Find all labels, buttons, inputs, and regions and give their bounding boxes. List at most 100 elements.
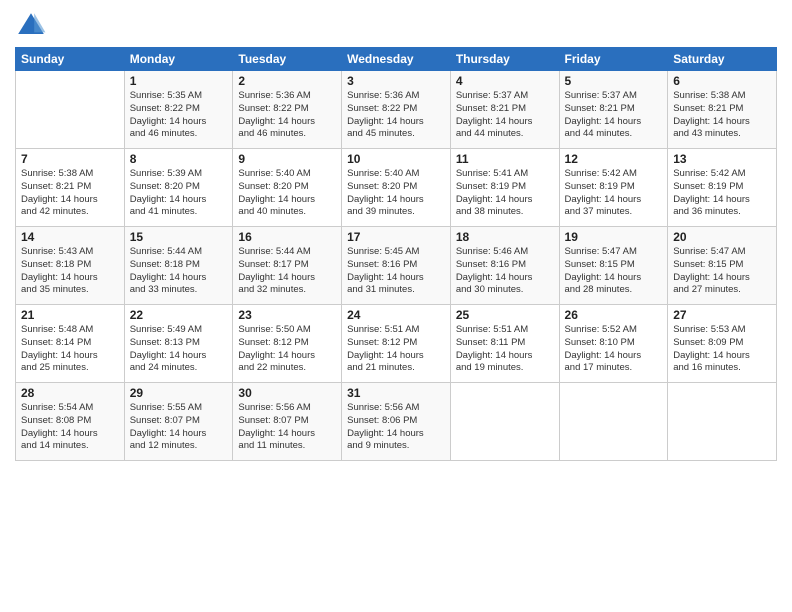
calendar-cell: [16, 71, 125, 149]
calendar-cell: 15 Sunrise: 5:44 AM Sunset: 8:18 PM Dayli…: [124, 227, 233, 305]
day-info: Sunrise: 5:41 AM Sunset: 8:19 PM Dayligh…: [456, 168, 554, 219]
calendar-cell: [559, 383, 668, 461]
day-info: Sunrise: 5:44 AM Sunset: 8:17 PM Dayligh…: [238, 246, 336, 297]
calendar-cell: 8 Sunrise: 5:39 AM Sunset: 8:20 PM Daylig…: [124, 149, 233, 227]
calendar-cell: 12 Sunrise: 5:42 AM Sunset: 8:19 PM Dayli…: [559, 149, 668, 227]
day-info: Sunrise: 5:40 AM Sunset: 8:20 PM Dayligh…: [347, 168, 445, 219]
calendar-cell: 31 Sunrise: 5:56 AM Sunset: 8:06 PM Dayli…: [342, 383, 451, 461]
day-info: Sunrise: 5:47 AM Sunset: 8:15 PM Dayligh…: [673, 246, 771, 297]
day-info: Sunrise: 5:51 AM Sunset: 8:12 PM Dayligh…: [347, 324, 445, 375]
day-info: Sunrise: 5:50 AM Sunset: 8:12 PM Dayligh…: [238, 324, 336, 375]
day-info: Sunrise: 5:36 AM Sunset: 8:22 PM Dayligh…: [347, 90, 445, 141]
day-info: Sunrise: 5:38 AM Sunset: 8:21 PM Dayligh…: [21, 168, 119, 219]
day-number: 8: [130, 152, 228, 166]
calendar-cell: 28 Sunrise: 5:54 AM Sunset: 8:08 PM Dayli…: [16, 383, 125, 461]
calendar-cell: [450, 383, 559, 461]
day-number: 24: [347, 308, 445, 322]
weekday-header-friday: Friday: [559, 48, 668, 71]
day-info: Sunrise: 5:56 AM Sunset: 8:07 PM Dayligh…: [238, 402, 336, 453]
day-number: 1: [130, 74, 228, 88]
calendar-week-5: 28 Sunrise: 5:54 AM Sunset: 8:08 PM Dayli…: [16, 383, 777, 461]
day-info: Sunrise: 5:37 AM Sunset: 8:21 PM Dayligh…: [456, 90, 554, 141]
logo-icon: [15, 10, 47, 42]
day-info: Sunrise: 5:53 AM Sunset: 8:09 PM Dayligh…: [673, 324, 771, 375]
day-info: Sunrise: 5:35 AM Sunset: 8:22 PM Dayligh…: [130, 90, 228, 141]
day-number: 30: [238, 386, 336, 400]
calendar-cell: 21Sunrise: 5:48 AM Sunset: 8:14 PM Dayli…: [16, 305, 125, 383]
day-number: 13: [673, 152, 771, 166]
calendar-cell: 2Sunrise: 5:36 AM Sunset: 8:22 PM Daylig…: [233, 71, 342, 149]
day-info: Sunrise: 5:46 AM Sunset: 8:16 PM Dayligh…: [456, 246, 554, 297]
calendar-cell: 19 Sunrise: 5:47 AM Sunset: 8:15 PM Dayli…: [559, 227, 668, 305]
day-number: 10: [347, 152, 445, 166]
weekday-header-tuesday: Tuesday: [233, 48, 342, 71]
day-info: Sunrise: 5:48 AM Sunset: 8:14 PM Dayligh…: [21, 324, 119, 375]
logo: [15, 10, 51, 42]
day-info: Sunrise: 5:37 AM Sunset: 8:21 PM Dayligh…: [565, 90, 663, 141]
day-number: 7: [21, 152, 119, 166]
calendar-header-row: SundayMondayTuesdayWednesdayThursdayFrid…: [16, 48, 777, 71]
day-number: 4: [456, 74, 554, 88]
day-number: 23: [238, 308, 336, 322]
day-info: Sunrise: 5:47 AM Sunset: 8:15 PM Dayligh…: [565, 246, 663, 297]
calendar-week-4: 21Sunrise: 5:48 AM Sunset: 8:14 PM Dayli…: [16, 305, 777, 383]
calendar-cell: 10 Sunrise: 5:40 AM Sunset: 8:20 PM Dayli…: [342, 149, 451, 227]
calendar-cell: 7 Sunrise: 5:38 AM Sunset: 8:21 PM Daylig…: [16, 149, 125, 227]
day-number: 19: [565, 230, 663, 244]
day-info: Sunrise: 5:56 AM Sunset: 8:06 PM Dayligh…: [347, 402, 445, 453]
calendar-cell: 26 Sunrise: 5:52 AM Sunset: 8:10 PM Dayli…: [559, 305, 668, 383]
calendar-cell: 23 Sunrise: 5:50 AM Sunset: 8:12 PM Dayli…: [233, 305, 342, 383]
calendar-cell: 24 Sunrise: 5:51 AM Sunset: 8:12 PM Dayli…: [342, 305, 451, 383]
day-number: 29: [130, 386, 228, 400]
day-number: 26: [565, 308, 663, 322]
day-info: Sunrise: 5:54 AM Sunset: 8:08 PM Dayligh…: [21, 402, 119, 453]
calendar-cell: 29 Sunrise: 5:55 AM Sunset: 8:07 PM Dayli…: [124, 383, 233, 461]
weekday-header-thursday: Thursday: [450, 48, 559, 71]
calendar-cell: 27 Sunrise: 5:53 AM Sunset: 8:09 PM Dayli…: [668, 305, 777, 383]
calendar-week-2: 7 Sunrise: 5:38 AM Sunset: 8:21 PM Daylig…: [16, 149, 777, 227]
calendar-cell: 11 Sunrise: 5:41 AM Sunset: 8:19 PM Dayli…: [450, 149, 559, 227]
weekday-header-wednesday: Wednesday: [342, 48, 451, 71]
weekday-header-saturday: Saturday: [668, 48, 777, 71]
calendar-cell: [668, 383, 777, 461]
calendar-cell: 13 Sunrise: 5:42 AM Sunset: 8:19 PM Dayli…: [668, 149, 777, 227]
calendar-cell: 5Sunrise: 5:37 AM Sunset: 8:21 PM Daylig…: [559, 71, 668, 149]
day-info: Sunrise: 5:40 AM Sunset: 8:20 PM Dayligh…: [238, 168, 336, 219]
calendar-cell: 30 Sunrise: 5:56 AM Sunset: 8:07 PM Dayli…: [233, 383, 342, 461]
calendar-cell: 17 Sunrise: 5:45 AM Sunset: 8:16 PM Dayli…: [342, 227, 451, 305]
day-info: Sunrise: 5:44 AM Sunset: 8:18 PM Dayligh…: [130, 246, 228, 297]
calendar-cell: 4 Sunrise: 5:37 AM Sunset: 8:21 PM Daylig…: [450, 71, 559, 149]
day-number: 15: [130, 230, 228, 244]
calendar-cell: 3Sunrise: 5:36 AM Sunset: 8:22 PM Daylig…: [342, 71, 451, 149]
day-number: 22: [130, 308, 228, 322]
calendar-cell: 22 Sunrise: 5:49 AM Sunset: 8:13 PM Dayli…: [124, 305, 233, 383]
day-info: Sunrise: 5:39 AM Sunset: 8:20 PM Dayligh…: [130, 168, 228, 219]
day-number: 17: [347, 230, 445, 244]
day-info: Sunrise: 5:49 AM Sunset: 8:13 PM Dayligh…: [130, 324, 228, 375]
day-number: 28: [21, 386, 119, 400]
main-container: SundayMondayTuesdayWednesdayThursdayFrid…: [0, 0, 792, 466]
calendar-cell: 14 Sunrise: 5:43 AM Sunset: 8:18 PM Dayli…: [16, 227, 125, 305]
day-info: Sunrise: 5:42 AM Sunset: 8:19 PM Dayligh…: [673, 168, 771, 219]
calendar-week-1: 1 Sunrise: 5:35 AM Sunset: 8:22 PM Daylig…: [16, 71, 777, 149]
day-number: 12: [565, 152, 663, 166]
day-number: 14: [21, 230, 119, 244]
day-number: 31: [347, 386, 445, 400]
day-info: Sunrise: 5:55 AM Sunset: 8:07 PM Dayligh…: [130, 402, 228, 453]
day-info: Sunrise: 5:45 AM Sunset: 8:16 PM Dayligh…: [347, 246, 445, 297]
calendar-cell: 1 Sunrise: 5:35 AM Sunset: 8:22 PM Daylig…: [124, 71, 233, 149]
calendar-table: SundayMondayTuesdayWednesdayThursdayFrid…: [15, 47, 777, 461]
calendar-cell: 25Sunrise: 5:51 AM Sunset: 8:11 PM Dayli…: [450, 305, 559, 383]
calendar-week-3: 14 Sunrise: 5:43 AM Sunset: 8:18 PM Dayli…: [16, 227, 777, 305]
day-info: Sunrise: 5:43 AM Sunset: 8:18 PM Dayligh…: [21, 246, 119, 297]
day-info: Sunrise: 5:42 AM Sunset: 8:19 PM Dayligh…: [565, 168, 663, 219]
calendar-cell: 6Sunrise: 5:38 AM Sunset: 8:21 PM Daylig…: [668, 71, 777, 149]
day-number: 27: [673, 308, 771, 322]
calendar-cell: 20 Sunrise: 5:47 AM Sunset: 8:15 PM Dayli…: [668, 227, 777, 305]
weekday-header-sunday: Sunday: [16, 48, 125, 71]
day-number: 11: [456, 152, 554, 166]
calendar-cell: 18Sunrise: 5:46 AM Sunset: 8:16 PM Dayli…: [450, 227, 559, 305]
day-number: 20: [673, 230, 771, 244]
day-info: Sunrise: 5:36 AM Sunset: 8:22 PM Dayligh…: [238, 90, 336, 141]
day-info: Sunrise: 5:52 AM Sunset: 8:10 PM Dayligh…: [565, 324, 663, 375]
